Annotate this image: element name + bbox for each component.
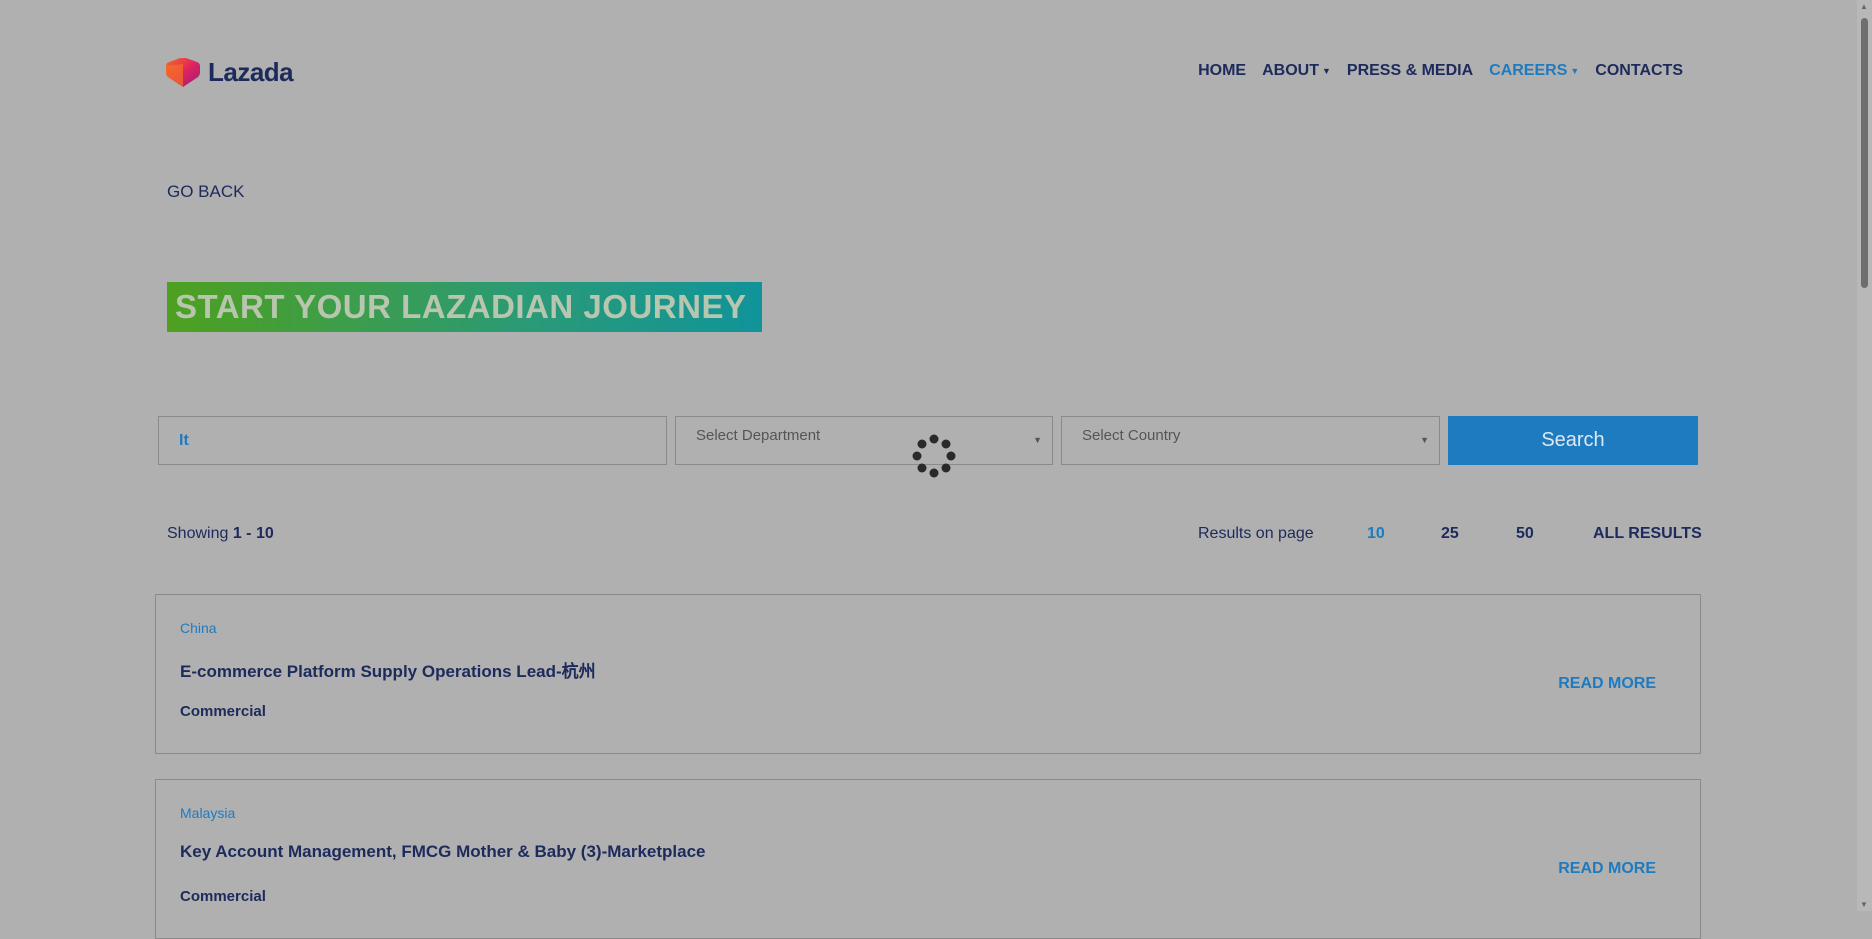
loading-spinner-icon [912,434,956,478]
nav-home-label: HOME [1198,62,1247,79]
keyword-field[interactable] [158,416,667,465]
nav-press-media[interactable]: PRESS & MEDIA [1347,62,1473,80]
hero-banner: START YOUR LAZADIAN JOURNEY [167,282,763,332]
nav-home[interactable]: HOME [1198,62,1246,80]
per-page-option-all[interactable]: ALL RESULTS [1593,525,1702,543]
page: Lazada HOME ABOUT ▼ PRESS & MEDIA CAREER… [0,0,1857,939]
scroll-down-arrow-icon[interactable]: ▼ [1860,900,1868,909]
job-country: China [180,620,217,636]
lazada-heart-icon [166,57,200,87]
per-page-option-50[interactable]: 50 [1516,525,1534,543]
nav-about[interactable]: ABOUT ▼ [1262,62,1331,80]
job-department: Commercial [180,703,266,720]
chevron-down-icon: ▼ [1420,435,1429,445]
per-page-label: Results on page [1198,525,1314,542]
read-more-link[interactable]: READ MORE [1558,675,1656,693]
job-country: Malaysia [180,805,236,821]
job-card[interactable]: China E-commerce Platform Supply Operati… [155,594,1701,754]
job-title[interactable]: E-commerce Platform Supply Operations Le… [180,657,596,682]
department-select-placeholder: Select Department [696,427,821,444]
main-nav: HOME ABOUT ▼ PRESS & MEDIA CAREERS ▼ CON… [1198,62,1683,80]
job-title[interactable]: Key Account Management, FMCG Mother & Ba… [180,842,706,862]
per-page-option-25[interactable]: 25 [1441,525,1459,543]
nav-careers-label: CAREERS [1489,62,1568,79]
country-select[interactable]: Select Country ▼ [1061,416,1440,465]
nav-contacts-label: CONTACTS [1595,62,1683,79]
caret-down-icon: ▼ [1321,66,1331,76]
showing-prefix: Showing [167,525,229,542]
go-back-link[interactable]: GO BACK [167,182,244,202]
showing-range: 1 - 10 [232,525,274,542]
keyword-input[interactable] [159,417,666,464]
chevron-down-icon: ▼ [1033,435,1042,445]
nav-contacts[interactable]: CONTACTS [1595,62,1683,80]
results-count: Showing 1 - 10 [167,525,274,543]
nav-careers[interactable]: CAREERS ▼ [1489,62,1579,80]
lazada-logo[interactable]: Lazada [166,57,294,88]
hero-title: START YOUR LAZADIAN JOURNEY [175,288,747,325]
logo-text: Lazada [208,57,294,87]
scroll-up-arrow-icon[interactable]: ▲ [1860,2,1868,11]
job-department: Commercial [180,888,266,905]
vertical-scrollbar[interactable]: ▲ ▼ [1857,0,1872,911]
per-page-option-10[interactable]: 10 [1367,525,1385,543]
job-card[interactable]: Malaysia Key Account Management, FMCG Mo… [155,779,1701,939]
country-select-placeholder: Select Country [1082,427,1181,444]
caret-down-icon: ▼ [1570,66,1580,76]
scrollbar-thumb[interactable] [1861,18,1868,288]
read-more-link[interactable]: READ MORE [1558,860,1656,878]
nav-press-media-label: PRESS & MEDIA [1346,62,1474,79]
search-button[interactable]: Search [1448,416,1698,465]
department-select[interactable]: Select Department ▼ [675,416,1053,465]
nav-about-label: ABOUT [1262,62,1319,79]
